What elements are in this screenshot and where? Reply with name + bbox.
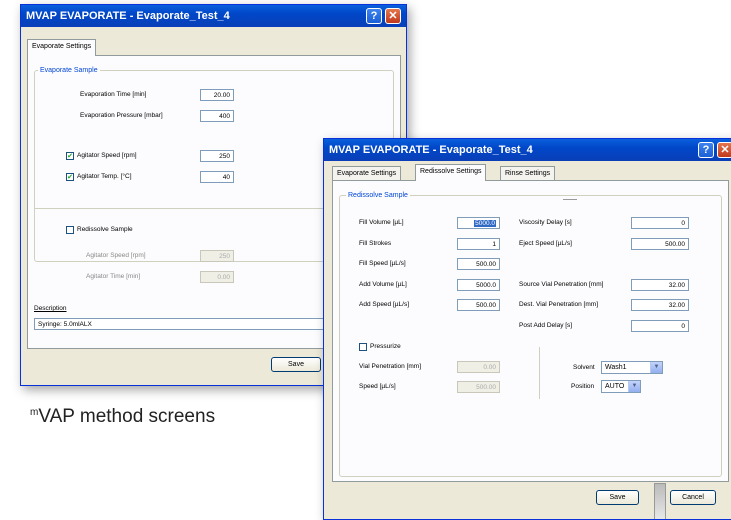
fill-speed-input[interactable]: 500.00 [457, 258, 500, 270]
solvent-select[interactable]: Wash1 ▼ [601, 361, 663, 374]
evap-pressure-input[interactable]: 400 [200, 110, 234, 122]
viscosity-delay-input[interactable]: 0 [631, 217, 689, 229]
save-button[interactable]: Save [271, 357, 321, 372]
tab-redissolve-settings[interactable]: Redissolve Settings [415, 164, 487, 181]
redissolve-time-input[interactable]: 0.00 [200, 271, 234, 283]
agitator-temp-checkbox[interactable]: ✔ [66, 173, 74, 181]
vial-penetration-label: Vial Penetration [mm] [359, 363, 422, 370]
cancel-label: Cancel [682, 494, 704, 501]
redissolve-speed-input[interactable]: 250 [200, 250, 234, 262]
position-select[interactable]: AUTO ▼ [601, 380, 641, 393]
fill-speed-label: Fill Speed [µL/s] [359, 260, 406, 267]
evaporate-sample-legend: Evaporate Sample [38, 66, 100, 75]
evap-time-input[interactable]: 20.00 [200, 89, 234, 101]
agitator-temp-label: Agitator Temp. [°C] [77, 173, 132, 180]
position-label: Position [571, 383, 595, 390]
drag-handle-icon [654, 483, 666, 519]
save-label: Save [609, 494, 626, 501]
window-title: MVAP EVAPORATE - Evaporate_Test_4 [329, 144, 533, 156]
position-value: AUTO [605, 383, 625, 390]
pressurize-label: Pressurize [370, 343, 401, 350]
divider [539, 347, 540, 399]
source-vial-label: Source Vial Penetration [mm] [519, 281, 604, 288]
close-icon[interactable]: ✕ [385, 8, 401, 24]
help-icon[interactable]: ? [366, 8, 382, 24]
dest-vial-input[interactable]: 32.00 [631, 299, 689, 311]
tab-evaporate-settings[interactable]: Evaporate Settings [332, 166, 402, 181]
close-icon[interactable]: ✕ [717, 142, 731, 158]
post-add-input[interactable]: 0 [631, 320, 689, 332]
window-title: MVAP EVAPORATE - Evaporate_Test_4 [26, 10, 230, 22]
chevron-down-icon[interactable]: ▼ [650, 362, 662, 373]
redissolve-settings-panel: Redissolve Sample Fill Volume [µL] 5000.… [332, 180, 729, 482]
fill-strokes-input[interactable]: 1 [457, 238, 500, 250]
speed-input[interactable]: 500.00 [457, 381, 500, 393]
divider [563, 199, 577, 200]
title-bar[interactable]: MVAP EVAPORATE - Evaporate_Test_4 ? ✕ [21, 5, 406, 27]
fill-volume-input[interactable]: 5000.0 [457, 217, 500, 229]
agitator-temp-input[interactable]: 40 [200, 171, 234, 183]
fill-volume-value: 5000.0 [474, 220, 496, 227]
description-label: Description [34, 305, 67, 312]
cancel-button[interactable]: Cancel [670, 490, 716, 505]
help-icon[interactable]: ? [698, 142, 714, 158]
redissolve-time-label: Agitator Time [min] [86, 273, 141, 280]
caption: mVAP method screens [30, 406, 215, 428]
fill-strokes-label: Fill Strokes [359, 240, 392, 247]
add-volume-input[interactable]: 5000.0 [457, 279, 500, 291]
speed-label: Speed [µL/s] [359, 383, 396, 390]
eject-speed-label: Eject Speed [µL/s] [519, 240, 572, 247]
fill-volume-label: Fill Volume [µL] [359, 219, 404, 226]
add-speed-input[interactable]: 500.00 [457, 299, 500, 311]
agitator-speed-checkbox[interactable]: ✔ [66, 152, 74, 160]
eject-speed-input[interactable]: 500.00 [631, 238, 689, 250]
add-speed-label: Add Speed [µL/s] [359, 301, 410, 308]
tab-evaporate-settings[interactable]: Evaporate Settings [27, 39, 97, 56]
save-button[interactable]: Save [596, 490, 639, 505]
solvent-label: Solvent [573, 364, 595, 371]
tab-rinse-settings[interactable]: Rinse Settings [500, 166, 556, 181]
redissolve-sample-legend: Redissolve Sample [346, 191, 410, 200]
evap-pressure-label: Evaporation Pressure [mbar] [80, 112, 163, 119]
caption-text: VAP method screens [38, 406, 216, 427]
redissolve-label: Redissolve Sample [77, 226, 133, 233]
redissolve-checkbox[interactable] [66, 226, 74, 234]
redissolve-speed-label: Agitator Speed [rpm] [86, 252, 146, 259]
solvent-value: Wash1 [605, 364, 627, 371]
agitator-speed-input[interactable]: 250 [200, 150, 234, 162]
chevron-down-icon[interactable]: ▼ [628, 381, 640, 392]
evaporate-window-front: MVAP EVAPORATE - Evaporate_Test_4 ? ✕ Ev… [323, 138, 731, 520]
evap-time-label: Evaporation Time [min] [80, 91, 147, 98]
source-vial-input[interactable]: 32.00 [631, 279, 689, 291]
post-add-label: Post Add Delay [s] [519, 322, 573, 329]
pressurize-checkbox[interactable] [359, 343, 367, 351]
title-bar[interactable]: MVAP EVAPORATE - Evaporate_Test_4 ? ✕ [324, 139, 731, 161]
vial-penetration-input[interactable]: 0.00 [457, 361, 500, 373]
dest-vial-label: Dest. Vial Penetration [mm] [519, 301, 598, 308]
viscosity-delay-label: Viscosity Delay [s] [519, 219, 572, 226]
agitator-speed-label: Agitator Speed [rpm] [77, 152, 137, 159]
add-volume-label: Add Volume [µL] [359, 281, 407, 288]
